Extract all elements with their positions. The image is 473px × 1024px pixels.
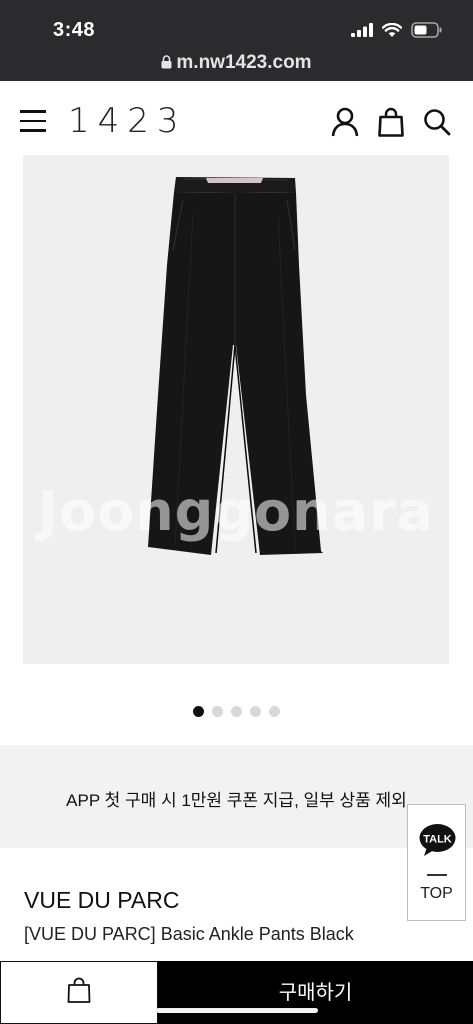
status-time: 3:48 — [53, 19, 96, 41]
add-to-cart-button[interactable] — [0, 961, 158, 1024]
site-logo[interactable]: 1423 — [68, 101, 187, 141]
battery-icon — [411, 22, 443, 43]
product-image[interactable]: Joonggonara — [23, 155, 449, 664]
url-bar[interactable]: m.nw1423.com — [0, 52, 473, 75]
home-indicator — [156, 1008, 318, 1013]
carousel-dot[interactable] — [212, 706, 223, 717]
watermark: Joonggonara — [37, 480, 435, 543]
url-text: m.nw1423.com — [176, 52, 312, 73]
menu-icon[interactable] — [20, 110, 46, 132]
promo-banner[interactable]: APP 첫 구매 시 1만원 쿠폰 지급, 일부 상품 제외 — [0, 745, 473, 848]
talk-label: TALK — [423, 834, 452, 846]
product-name: [VUE DU PARC] Basic Ankle Pants Black — [24, 924, 354, 944]
shopping-bag-icon — [67, 977, 91, 1008]
carousel-dot[interactable] — [269, 706, 280, 717]
signal-icon — [351, 23, 373, 42]
lock-icon — [161, 53, 172, 75]
site-header: 1423 — [0, 81, 473, 155]
scroll-top-button[interactable]: TOP — [408, 885, 465, 903]
kakao-talk-icon[interactable]: TALK — [419, 823, 456, 862]
product-brand[interactable]: VUE DU PARC — [24, 887, 180, 914]
carousel-dot[interactable] — [193, 706, 204, 717]
user-icon[interactable] — [331, 107, 359, 137]
status-icons — [351, 22, 443, 43]
promo-text: APP 첫 구매 시 1만원 쿠폰 지급, 일부 상품 제외 — [66, 791, 407, 810]
wifi-icon — [381, 22, 403, 43]
floating-actions: TALK TOP — [407, 804, 466, 921]
pants-illustration — [148, 177, 323, 555]
header-actions — [331, 107, 451, 137]
shopping-bag-icon[interactable] — [377, 107, 405, 137]
buy-now-button[interactable]: 구매하기 — [158, 961, 473, 1024]
carousel-dot[interactable] — [250, 706, 261, 717]
bottom-action-bar: 구매하기 — [0, 961, 473, 1024]
carousel-dots — [0, 706, 473, 717]
browser-chrome: 3:48 m.nw1423.com — [0, 0, 473, 81]
carousel-dot[interactable] — [231, 706, 242, 717]
search-icon[interactable] — [423, 107, 451, 137]
divider — [427, 874, 447, 876]
